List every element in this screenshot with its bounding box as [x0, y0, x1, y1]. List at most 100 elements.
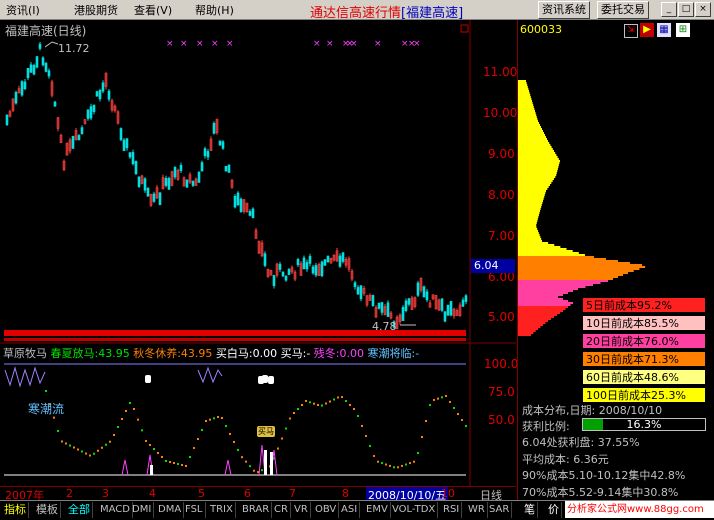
chip-bar	[518, 156, 558, 158]
indicator-dot	[393, 466, 395, 469]
chip-bar	[518, 272, 628, 274]
chip-bar	[518, 266, 646, 268]
candle-body	[38, 43, 42, 49]
close-button[interactable]: ×	[695, 2, 711, 17]
indicator-dot	[225, 425, 227, 427]
tab-asi[interactable]: ASI	[339, 502, 361, 518]
x-markers: × × × × × × × ××× × × ××	[166, 39, 421, 49]
tab-rsi[interactable]: RSI	[441, 502, 463, 518]
candle-body	[326, 255, 330, 262]
indicator-dot	[329, 400, 331, 403]
tab-dma[interactable]: DMA	[156, 502, 185, 518]
indicator-dot	[301, 404, 303, 406]
menu-info[interactable]: 资讯(I)	[6, 2, 40, 18]
chip-bar	[518, 176, 556, 178]
candle-body	[20, 81, 24, 96]
chip-bar	[518, 278, 613, 280]
candle-body	[26, 67, 30, 79]
tab-all[interactable]: 全部	[66, 502, 93, 518]
candle-body	[92, 104, 96, 112]
indicator-axis-label: 75.0	[488, 385, 515, 399]
menu-hk-futures[interactable]: 港股期货	[74, 2, 118, 18]
chip-bar	[518, 302, 573, 304]
play-icon[interactable]: ▶	[640, 23, 654, 37]
candle-body	[101, 82, 105, 92]
candle-body	[98, 90, 102, 100]
indicator-dot	[177, 463, 179, 465]
tab-vr[interactable]: VR	[292, 502, 311, 518]
indicator-dot	[277, 447, 279, 450]
tab-emv[interactable]: EMV	[364, 502, 391, 518]
tool-icon[interactable]: ⇲	[624, 24, 638, 38]
maximize-button[interactable]: □	[678, 2, 694, 17]
indicator-dot	[181, 464, 183, 466]
candle-body	[41, 57, 45, 66]
tab-vol-tdx[interactable]: VOL-TDX	[390, 502, 439, 518]
tab-sar[interactable]: SAR	[487, 502, 513, 518]
candle-body	[305, 262, 309, 270]
chip-bar	[518, 228, 538, 230]
date-label: 2	[66, 487, 73, 500]
tab-trix[interactable]: TRIX	[208, 502, 236, 518]
chip-bar	[518, 328, 538, 330]
chip-bar	[518, 206, 542, 208]
date-axis: 2007年 2 3 4 5 6 7 8 2008/10/10/五 10 日线	[0, 486, 516, 503]
candle-body	[425, 291, 429, 301]
tab-template[interactable]: 模板	[34, 502, 61, 518]
chip-bar	[518, 218, 538, 220]
panel-toggle-icon[interactable]	[460, 24, 469, 33]
grid-icon[interactable]: ⊞	[676, 23, 690, 37]
candle-body	[278, 263, 282, 270]
chip-bar	[518, 144, 551, 146]
indicator-dot	[413, 460, 415, 463]
chip-bar	[518, 208, 541, 210]
cost-row-20d: 20日前成本76.0%	[582, 333, 706, 349]
tab-wr[interactable]: WR	[466, 502, 488, 518]
chip-bar	[518, 158, 559, 160]
minimize-button[interactable]: _	[661, 2, 677, 17]
indicator-dot	[249, 465, 251, 468]
chart-area[interactable]: × × × × × × × × × × × × × × 福建高速(日线) 11.72 4.78 11.00…	[0, 20, 518, 487]
indicator-dot	[381, 462, 383, 465]
chip-bar	[518, 106, 534, 108]
candle-body	[143, 178, 147, 191]
tab-trades[interactable]: 笔	[522, 502, 538, 518]
price-axis-label: 8.00	[488, 188, 515, 202]
chip-bar	[518, 154, 557, 156]
x-marker: ×	[196, 39, 204, 49]
x-marker: ×	[211, 39, 219, 49]
menu-bar: 资讯(I) 港股期货 查看(V) 帮助(H) 通达信高速行情[福建高速] 资讯系…	[0, 0, 714, 21]
indicator-dot	[149, 444, 151, 446]
indicator-dot	[217, 416, 219, 418]
indicator-dot	[461, 419, 463, 421]
indicator-dot	[405, 463, 407, 466]
chip-bar	[518, 170, 558, 172]
chip-bar	[518, 252, 579, 254]
price-axis-label: 9.00	[488, 147, 515, 161]
menu-view[interactable]: 查看(V)	[134, 2, 172, 18]
tab-brar[interactable]: BRAR	[240, 502, 273, 518]
indicator-dot	[313, 402, 315, 405]
tab-fsl[interactable]: FSL	[183, 502, 206, 518]
tab-obv[interactable]: OBV	[313, 502, 340, 518]
tab-macd[interactable]: MACD	[98, 502, 133, 518]
tab-price[interactable]: 价	[546, 502, 562, 518]
tab-indicator[interactable]: 指标	[2, 502, 29, 518]
menu-help[interactable]: 帮助(H)	[195, 2, 234, 18]
chip-bar	[518, 110, 535, 112]
candle-body	[167, 178, 171, 190]
indicator-dot	[137, 418, 139, 421]
stock-code: 600033	[520, 23, 562, 36]
indicator-dot	[129, 402, 131, 404]
chip-bar	[518, 226, 537, 228]
tab-cr[interactable]: CR	[272, 502, 291, 518]
chart-icon[interactable]: ▦	[657, 23, 671, 37]
chip-bar	[518, 334, 532, 336]
tab-dmi[interactable]: DMI	[130, 502, 155, 518]
chip-bar	[518, 124, 540, 126]
candle-body	[131, 152, 135, 165]
profit-label: 获利比例:	[522, 420, 570, 433]
trade-button[interactable]: 委托交易	[597, 1, 649, 19]
indicator-dot	[97, 449, 99, 452]
info-system-button[interactable]: 资讯系统	[538, 1, 590, 19]
